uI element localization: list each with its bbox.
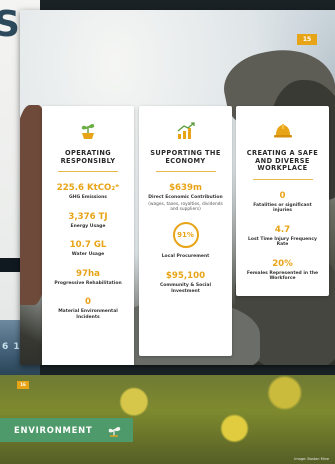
stat-label: Progressive Rehabilitation	[54, 280, 122, 286]
bar-chart-icon	[177, 122, 195, 139]
back-page-strip	[0, 258, 22, 272]
stat-note: (wages, taxes, royalties, dividends and …	[148, 201, 223, 212]
page-number-badge: 15	[297, 34, 317, 45]
back-page-letter: S	[0, 4, 20, 45]
stat-economic-contribution: $639m Direct Economic Contribution (wage…	[139, 183, 232, 212]
hard-hat-icon	[273, 124, 292, 138]
stat-label: Direct Economic Contribution	[148, 195, 223, 200]
stat-value: 225.6 KtCO₂ᵉ	[56, 183, 120, 193]
plant-icon	[81, 123, 95, 139]
card-title: OPERATING RESPONSIBLY	[60, 149, 116, 165]
stat-value: 4.7	[274, 224, 291, 235]
back-page-number: 6 1	[2, 342, 21, 352]
title-divider	[155, 171, 216, 172]
stat-label: GHG Emissions	[69, 195, 107, 200]
stat-label: Local Procurement	[161, 254, 210, 260]
stat-value: $95,100	[165, 271, 206, 281]
card-title: SUPPORTING THE ECONOMY	[150, 149, 221, 165]
stat-value: 0	[85, 297, 91, 308]
stat-females: 20% Females Represented in the Workforce	[236, 259, 329, 282]
operating-responsibly-card: OPERATING RESPONSIBLY 225.6 KtCO₂ᵉ GHG E…	[42, 106, 134, 365]
stat-label: Material Environmental Incidents	[58, 309, 118, 320]
stat-fatalities: 0 Fatalities or significant injuries	[236, 191, 329, 214]
stat-ghg: 225.6 KtCO₂ᵉ GHG Emissions	[42, 183, 134, 201]
environment-section-banner: ENVIRONMENT	[0, 418, 133, 442]
stat-label: Water Usage	[71, 252, 105, 258]
stat-ltifr: 4.7 Lost Time Injury Frequency Rate	[236, 225, 329, 248]
stat-label: Lost Time Injury Frequency Rate	[248, 236, 317, 248]
title-divider	[58, 171, 118, 172]
stat-value: 3,376 TJ	[68, 211, 108, 222]
environment-page: 16 ENVIRONMENT Image: Boston Mine	[0, 375, 335, 464]
stat-energy: 3,376 TJ Energy Usage	[42, 212, 134, 230]
stat-label: Community & Social Investment	[160, 283, 211, 294]
stat-value: $639m	[169, 183, 202, 193]
safe-diverse-workplace-card: CREATING A SAFE AND DIVERSE WORKPLACE 0 …	[236, 106, 329, 296]
stat-label: Females Represented in the Workforce	[246, 270, 319, 282]
supporting-economy-card: SUPPORTING THE ECONOMY $639m Direct Econ…	[139, 106, 232, 356]
stat-rehabilitation: 97ha Progressive Rehabilitation	[42, 269, 134, 287]
card-title: CREATING A SAFE AND DIVERSE WORKPLACE	[246, 149, 319, 172]
stat-value: 0	[279, 190, 286, 201]
title-divider	[252, 178, 313, 180]
stat-incidents: 0 Material Environmental Incidents	[42, 297, 134, 320]
stat-value: 20%	[272, 258, 293, 269]
stat-value: 97ha	[76, 268, 100, 279]
local-procurement-circle: 91%	[172, 222, 199, 249]
stat-value: 10.7 GL	[69, 240, 107, 251]
stat-community-investment: $95,100 Community & Social Investment	[139, 271, 232, 294]
page-number-badge: 16	[17, 381, 29, 389]
photo-credit: Image: Boston Mine	[294, 457, 329, 461]
section-label: ENVIRONMENT	[14, 425, 93, 435]
sustainability-highlights-page: 15 OPERATING RESPONSIBLY 225.6 KtCO₂ᵉ GH…	[20, 10, 335, 365]
stat-water: 10.7 GL Water Usage	[42, 240, 134, 258]
stat-label: Energy Usage	[70, 223, 106, 229]
leaf-icon	[108, 426, 121, 437]
stat-label: Fatalities or significant injuries	[253, 202, 312, 214]
